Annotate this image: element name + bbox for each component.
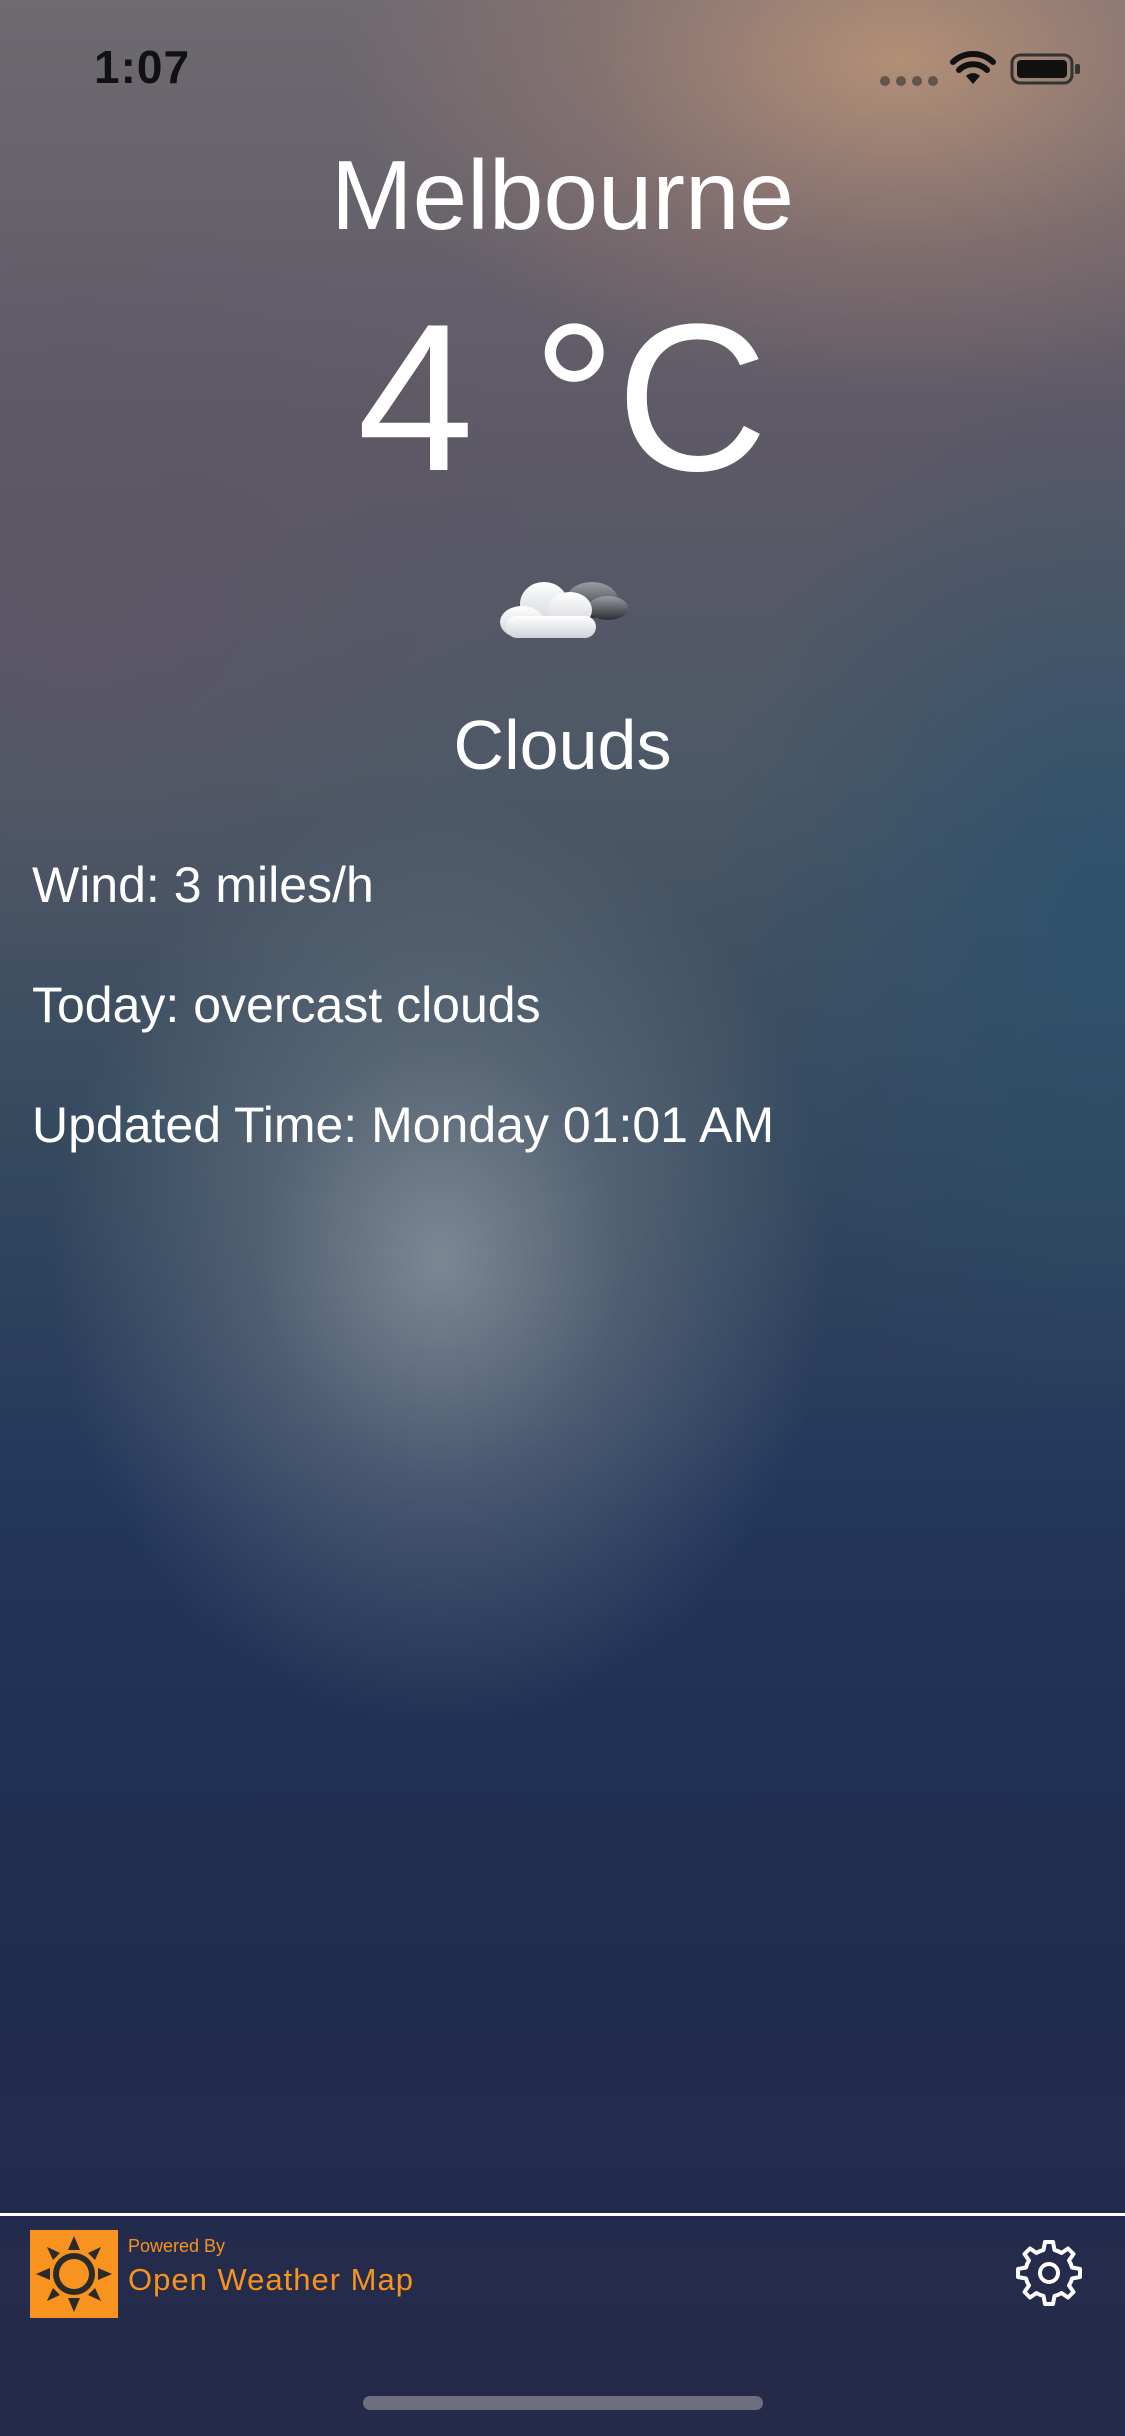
gear-icon[interactable]: [1016, 2240, 1082, 2306]
weather-condition: Clouds: [453, 706, 672, 784]
cellular-signal-icon: [880, 76, 938, 86]
city-name: Melbourne: [330, 140, 795, 250]
wifi-icon: [950, 51, 996, 84]
updated-time: Updated Time: Monday 01:01 AM: [32, 1097, 775, 1153]
cloud-icon: [500, 582, 628, 638]
today-description: Today: overcast clouds: [32, 977, 541, 1033]
powered-by-label: Powered By: [128, 2236, 226, 2256]
home-indicator[interactable]: [363, 2396, 763, 2410]
status-time: 1:07: [94, 41, 191, 93]
battery-icon: [1010, 53, 1080, 85]
temperature: 4 °C: [357, 280, 768, 515]
wind-speed: Wind: 3 miles/h: [32, 857, 374, 913]
provider-name: Open Weather Map: [128, 2262, 414, 2297]
footer-divider: [0, 2213, 1125, 2216]
sun-icon: [30, 2230, 118, 2318]
